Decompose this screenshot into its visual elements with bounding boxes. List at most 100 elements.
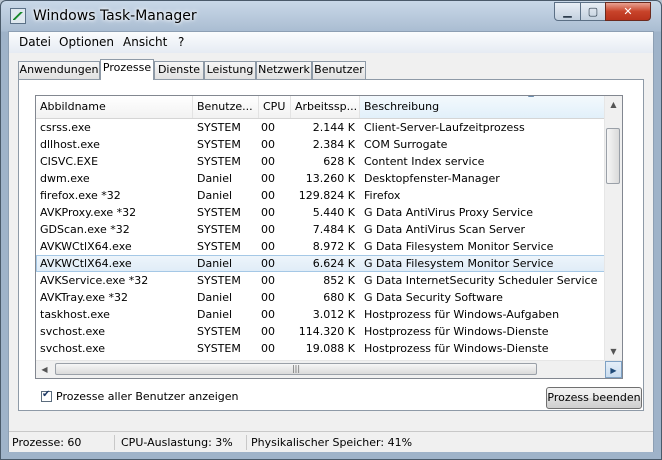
tab-leistung[interactable]: Leistung: [204, 61, 256, 79]
table-row[interactable]: csrss.exe SYSTEM 00 2.144 K Client-Server-La…: [36, 119, 616, 136]
tab-dienste[interactable]: Dienste: [154, 61, 204, 79]
title-bar[interactable]: Windows Task-Manager ▁ ▢ ✕: [1, 1, 661, 31]
cell-memory: 3.012 K: [312, 308, 355, 321]
scroll-left-icon[interactable]: ◀: [36, 361, 53, 378]
cell-cpu: 00: [261, 308, 275, 321]
cell-user: SYSTEM: [197, 274, 241, 287]
column-header-memory[interactable]: Arbeitssp...: [291, 96, 360, 118]
tab-netzwerk[interactable]: Netzwerk: [256, 61, 312, 79]
tab-prozesse[interactable]: Prozesse: [100, 59, 154, 80]
scroll-down-icon[interactable]: ▼: [605, 343, 622, 360]
maximize-icon: ▢: [587, 5, 599, 18]
cell-image-name: csrss.exe: [40, 121, 91, 134]
cell-image-name: GDScan.exe *32: [40, 223, 130, 236]
cell-user: Daniel: [197, 291, 233, 304]
column-header-image-name[interactable]: Abbildname: [36, 96, 193, 118]
status-cpu-usage: CPU-Auslastung: 3%: [117, 435, 247, 450]
cell-memory: 114.320 K: [298, 325, 355, 338]
minimize-button[interactable]: ▁: [554, 2, 581, 21]
table-row[interactable]: CISVC.EXE SYSTEM 00 628 K Content Index serv…: [36, 153, 616, 170]
cell-memory: 7.484 K: [312, 223, 355, 236]
cell-memory: 19.088 K: [305, 342, 355, 355]
cell-description: G Data Security Software: [364, 291, 503, 304]
table-row[interactable]: AVKService.exe *32 SYSTEM 00 852 K G Data In…: [36, 272, 616, 289]
cell-description: G Data AntiVirus Scan Server: [364, 223, 526, 236]
cell-memory: 6.624 K: [312, 257, 355, 270]
cell-image-name: svchost.exe: [40, 342, 106, 355]
cell-memory: 2.144 K: [312, 121, 355, 134]
cell-memory: 13.260 K: [305, 172, 355, 185]
cell-user: Daniel: [197, 308, 233, 321]
cell-image-name: dllhost.exe: [40, 138, 100, 151]
cell-cpu: 00: [261, 121, 275, 134]
scroll-up-icon[interactable]: ▲: [605, 96, 622, 113]
table-row[interactable]: taskhost.exe Daniel 00 3.012 K Hostprozess f…: [36, 306, 616, 323]
close-button[interactable]: ✕: [605, 2, 651, 21]
cell-memory: 852 K: [323, 274, 355, 287]
cell-image-name: svchost.exe: [40, 325, 106, 338]
window-title: Windows Task-Manager: [33, 8, 197, 24]
horizontal-scrollbar[interactable]: ◀ ||| ▶: [36, 360, 622, 378]
cell-cpu: 00: [261, 325, 275, 338]
menu-help[interactable]: ?: [178, 35, 184, 49]
minimize-icon: ▁: [563, 5, 572, 18]
cell-memory: 8.972 K: [312, 240, 355, 253]
cell-image-name: AVKProxy.exe *32: [40, 206, 137, 219]
table-row[interactable]: dwm.exe Daniel 00 13.260 K Desktopfenster-Ma…: [36, 170, 616, 187]
process-list[interactable]: Abbildname Benutze... CPU Arbeitssp... B…: [35, 95, 623, 379]
menu-optionen[interactable]: Optionen: [59, 35, 114, 49]
menu-bar: Datei Optionen Ansicht ?: [9, 32, 653, 53]
cell-user: SYSTEM: [197, 342, 241, 355]
cell-image-name: AVKTray.exe *32: [40, 291, 129, 304]
cell-memory: 5.440 K: [312, 206, 355, 219]
table-row[interactable]: AVKProxy.exe *32 SYSTEM 00 5.440 K G Data An…: [36, 204, 616, 221]
cell-user: SYSTEM: [197, 155, 241, 168]
grip-icon: |||: [291, 364, 301, 373]
cell-cpu: 00: [261, 155, 275, 168]
show-all-users-checkbox[interactable]: [41, 389, 52, 402]
cell-cpu: 00: [261, 223, 275, 236]
cell-cpu: 00: [261, 172, 275, 185]
scroll-right-icon[interactable]: ▶: [605, 361, 622, 378]
cell-image-name: AVKService.exe *32: [40, 274, 149, 287]
menu-ansicht[interactable]: Ansicht: [123, 35, 167, 49]
status-physical-memory: Physikalischer Speicher: 41%: [251, 436, 413, 449]
maximize-button[interactable]: ▢: [580, 2, 606, 21]
status-bar: Prozesse: 60 CPU-Auslastung: 3% Physikal…: [9, 431, 653, 452]
column-header-description[interactable]: Beschreibung: [360, 96, 617, 118]
cell-image-name: firefox.exe *32: [40, 189, 121, 202]
close-icon: ✕: [623, 5, 633, 18]
table-row[interactable]: svchost.exe SYSTEM 00 19.088 K Hostprozess f…: [36, 340, 616, 357]
cell-user: SYSTEM: [197, 240, 241, 253]
cell-image-name: taskhost.exe: [40, 308, 110, 321]
cell-description: Client-Server-Laufzeitprozess: [364, 121, 525, 134]
status-process-count: Prozesse: 60: [9, 435, 115, 450]
cell-description: G Data Filesystem Monitor Service: [364, 257, 554, 270]
column-header-user[interactable]: Benutze...: [193, 96, 259, 118]
processes-panel: Abbildname Benutze... CPU Arbeitssp... B…: [18, 79, 644, 411]
cell-description: Desktopfenster-Manager: [364, 172, 500, 185]
table-row[interactable]: AVKWCtlX64.exe SYSTEM 00 8.972 K G Data File…: [36, 238, 616, 255]
menu-datei[interactable]: Datei: [19, 35, 51, 49]
tab-anwendungen[interactable]: Anwendungen: [18, 61, 100, 79]
vertical-scrollbar[interactable]: ▲ ▼: [604, 96, 622, 360]
cell-description: G Data InternetSecurity Scheduler Servic…: [364, 274, 598, 287]
table-row[interactable]: svchost.exe SYSTEM 00 114.320 K Hostprozess …: [36, 323, 616, 340]
cell-user: SYSTEM: [197, 121, 241, 134]
cell-cpu: 00: [261, 189, 275, 202]
table-row[interactable]: GDScan.exe *32 SYSTEM 00 7.484 K G Data Anti…: [36, 221, 616, 238]
cell-memory: 680 K: [323, 291, 355, 304]
vertical-scroll-thumb[interactable]: [606, 128, 620, 184]
cell-cpu: 00: [261, 206, 275, 219]
show-all-users-option[interactable]: Prozesse aller Benutzer anzeigen: [41, 388, 239, 404]
horizontal-scroll-thumb[interactable]: |||: [55, 363, 537, 375]
table-row[interactable]: dllhost.exe SYSTEM 00 2.384 K COM Surrogate: [36, 136, 616, 153]
table-row[interactable]: AVKWCtlX64.exe Daniel 00 6.624 K G Data File…: [36, 255, 616, 272]
end-process-button[interactable]: Prozess beenden: [546, 387, 642, 409]
column-header-cpu[interactable]: CPU: [259, 96, 291, 118]
tab-benutzer[interactable]: Benutzer: [312, 61, 366, 79]
cell-cpu: 00: [261, 291, 275, 304]
table-row[interactable]: firefox.exe *32 Daniel 00 129.824 K Firefox: [36, 187, 616, 204]
table-row[interactable]: AVKTray.exe *32 Daniel 00 680 K G Data Secur…: [36, 289, 616, 306]
cell-description: Content Index service: [364, 155, 485, 168]
